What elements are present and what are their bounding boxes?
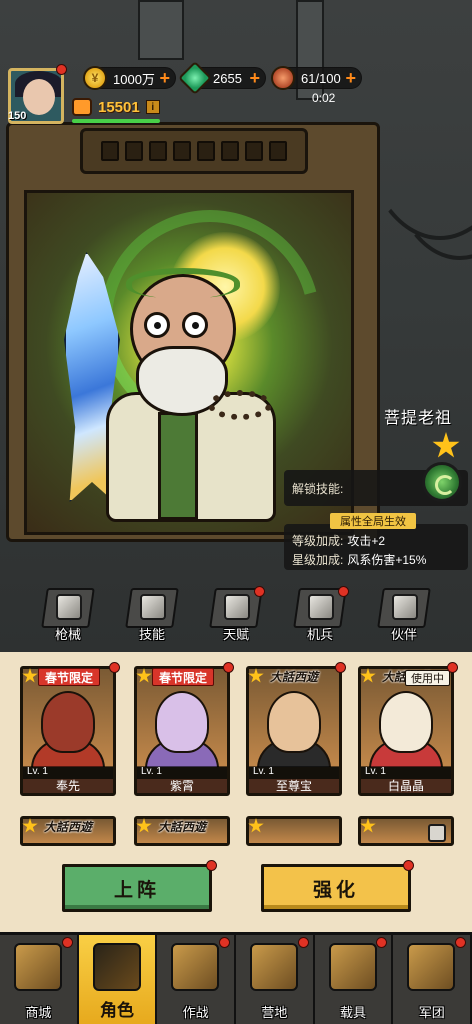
notification-dot bbox=[376, 937, 388, 948]
notification-dot bbox=[219, 937, 231, 948]
add-stamina-plus-icon[interactable]: + bbox=[345, 69, 356, 87]
gold-counter[interactable]: ¥ 1000万 + bbox=[83, 66, 176, 90]
notification-dot bbox=[206, 860, 217, 871]
tab-gun[interactable]: 枪械 bbox=[40, 588, 96, 644]
event-tag: 春节限定 bbox=[38, 668, 101, 686]
partner-armor-icon bbox=[392, 594, 418, 620]
global-effect-tag: 属性全局生效 bbox=[330, 513, 416, 529]
event-tag: 大話西遊 bbox=[270, 670, 319, 684]
background-pipe bbox=[138, 0, 184, 60]
hero-card[interactable] bbox=[246, 816, 342, 846]
stamina-counter[interactable]: 61/100 + bbox=[271, 66, 362, 90]
notification-dot bbox=[338, 586, 349, 597]
hero-card[interactable] bbox=[358, 816, 454, 846]
gem-icon bbox=[178, 61, 212, 95]
hero-name: 菩提老祖 bbox=[384, 410, 453, 427]
gem-counter[interactable]: 2655 + bbox=[178, 61, 266, 95]
gold-coin-icon: ¥ bbox=[83, 66, 107, 90]
notification-dot bbox=[223, 662, 234, 673]
mech-robot-icon bbox=[308, 594, 334, 620]
tab-partner[interactable]: 伙伴 bbox=[376, 588, 432, 644]
vehicle-crane-icon bbox=[328, 943, 377, 991]
power-progress-bar bbox=[72, 119, 160, 123]
star-icon bbox=[432, 432, 460, 458]
nav-label: 载具 bbox=[340, 1005, 367, 1020]
nav-label: 军团 bbox=[418, 1005, 445, 1020]
nav-item-3[interactable]: 营地 bbox=[236, 935, 315, 1024]
in-use-badge: 使用中 bbox=[405, 670, 450, 686]
hero-level: Lv. 1 bbox=[137, 766, 227, 780]
hero-card[interactable]: 春节限定 Lv. 1 紫霄 bbox=[134, 662, 234, 796]
event-tag: 大話西遊 bbox=[158, 820, 207, 834]
hero-card[interactable]: 大話西遊使用中Lv. 1白晶晶 bbox=[358, 662, 458, 796]
gun-icon bbox=[56, 594, 82, 620]
nav-item-4[interactable]: 载具 bbox=[314, 935, 394, 1024]
bonus-panel: 等级加成: 攻击+2 星级加成: 风系伤害+15% bbox=[284, 524, 468, 570]
notification-dot bbox=[447, 662, 458, 673]
hero-card[interactable]: 春节限定 Lv. 1 奉先 bbox=[20, 662, 120, 796]
wind-skill-icon[interactable] bbox=[422, 462, 462, 502]
hero-level: Lv. 1 bbox=[23, 766, 113, 780]
hero-card[interactable]: 大話西遊 Lv. 1 至尊宝 bbox=[246, 662, 346, 796]
nav-label: 角色 bbox=[100, 1001, 134, 1020]
tab-skill[interactable]: 技能 bbox=[124, 588, 180, 644]
lock-icon bbox=[428, 824, 446, 842]
hero-card-name: 至尊宝 bbox=[249, 779, 339, 793]
talent-nodes-icon bbox=[224, 594, 250, 620]
camp-tent-icon bbox=[250, 943, 299, 991]
nav-item-5[interactable]: 军团 bbox=[393, 935, 472, 1024]
level-bonus: 等级加成: 攻击+2 bbox=[292, 534, 386, 548]
fist-icon bbox=[72, 98, 92, 116]
stamina-timer: 0:02 bbox=[312, 91, 336, 105]
tab-mech[interactable]: 机兵 bbox=[292, 586, 349, 644]
star-bonus: 星级加成: 风系伤害+15% bbox=[292, 553, 427, 567]
capsule-vent bbox=[80, 128, 308, 174]
battle-crossed-guns-icon bbox=[171, 943, 220, 991]
notification-dot bbox=[403, 860, 414, 871]
hero-card-name: 紫霄 bbox=[137, 779, 227, 793]
legion-emblem-icon bbox=[407, 943, 456, 991]
nav-item-1[interactable]: 角色 bbox=[78, 935, 158, 1024]
bottom-navigation: 商城 角色 作战 营地 载具 军团 bbox=[0, 932, 472, 1024]
notification-dot bbox=[61, 937, 73, 948]
notification-dot bbox=[254, 586, 265, 597]
meat-stamina-icon bbox=[271, 66, 295, 90]
deploy-button[interactable]: 上阵 bbox=[62, 864, 212, 912]
event-tag: 春节限定 bbox=[152, 668, 215, 686]
event-tag: 大話西遊 bbox=[44, 820, 93, 834]
hero-level: Lv. 1 bbox=[361, 766, 451, 780]
nav-label: 商城 bbox=[25, 1005, 52, 1020]
hero-showcase-scene: 150 ¥ 1000万 + 2655 + 61/100 + 0:02 15501… bbox=[0, 0, 472, 652]
notification-dot bbox=[335, 662, 346, 673]
nav-label: 营地 bbox=[261, 1005, 288, 1020]
add-gems-plus-icon[interactable]: + bbox=[249, 69, 260, 87]
combat-power: 15501 i bbox=[72, 96, 160, 118]
notification-dot bbox=[56, 64, 67, 75]
hero-card[interactable]: 大話西遊 bbox=[20, 816, 116, 846]
notification-dot bbox=[109, 662, 120, 673]
add-gold-plus-icon[interactable]: + bbox=[159, 69, 170, 87]
hero-card-name: 白晶晶 bbox=[361, 779, 451, 793]
unlock-skill-label: 解锁技能: bbox=[292, 482, 344, 496]
unlock-skill-panel: 解锁技能: bbox=[284, 462, 468, 506]
info-icon[interactable]: i bbox=[145, 100, 160, 114]
notification-dot bbox=[455, 937, 467, 948]
character-icon bbox=[92, 943, 141, 991]
tab-talent[interactable]: 天赋 bbox=[208, 586, 265, 644]
nav-item-0[interactable]: 商城 bbox=[0, 935, 79, 1024]
nav-label: 作战 bbox=[182, 1005, 209, 1020]
notification-dot bbox=[297, 937, 309, 948]
hero-level: Lv. 1 bbox=[249, 766, 339, 780]
hero-character[interactable] bbox=[100, 262, 300, 522]
upgrade-tabs: 枪械 技能 天赋 机兵 伙伴 bbox=[40, 586, 432, 644]
nav-item-2[interactable]: 作战 bbox=[157, 935, 237, 1024]
hero-card[interactable]: 大話西遊 bbox=[134, 816, 230, 846]
enhance-button[interactable]: 强化 bbox=[261, 864, 411, 912]
player-level: 150 bbox=[8, 110, 27, 122]
shop-cart-icon bbox=[14, 943, 62, 991]
combat-power-value: 15501 bbox=[98, 98, 140, 116]
hero-card-name: 奉先 bbox=[23, 779, 113, 793]
hero-portrait bbox=[249, 819, 339, 843]
skill-arrows-icon bbox=[140, 594, 166, 620]
